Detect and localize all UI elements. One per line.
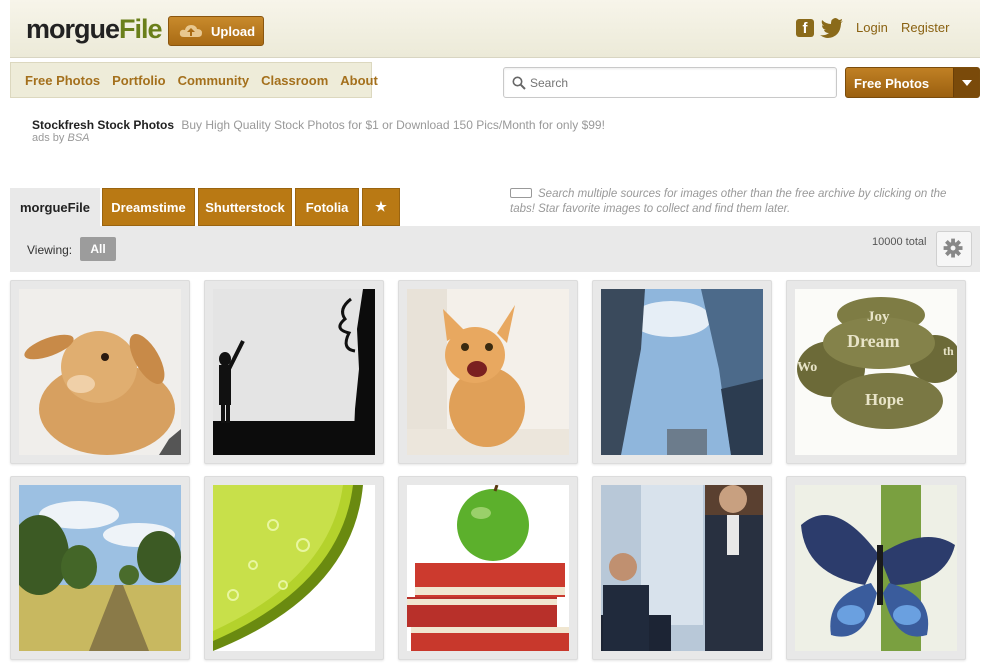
photo-word-stones: Joy Dream Wo Hope th: [795, 289, 957, 455]
chevron-down-icon[interactable]: [953, 68, 979, 97]
photo-tile[interactable]: [398, 280, 578, 464]
stone-word-dream: Dream: [847, 331, 900, 351]
logo-part-morgue: morgue: [26, 14, 120, 44]
star-icon: ★: [375, 199, 387, 214]
nav-item-community[interactable]: Community: [178, 73, 250, 88]
photo-tile[interactable]: [204, 280, 384, 464]
stone-word-wo: Wo: [797, 360, 817, 375]
tabs-tip-text: Search multiple sources for images other…: [510, 188, 947, 215]
nav-item-about[interactable]: About: [340, 73, 378, 88]
search-icon: [512, 76, 526, 90]
photo-lime-slice: [213, 485, 375, 651]
twitter-icon[interactable]: [820, 18, 844, 38]
tab-dreamstime[interactable]: Dreamstime: [102, 188, 195, 226]
search-box: [503, 67, 837, 98]
facebook-icon[interactable]: f: [796, 19, 814, 37]
photo-kitten: [407, 289, 569, 455]
filter-all-button[interactable]: All: [80, 237, 116, 261]
stone-word-joy: Joy: [867, 309, 890, 325]
register-link[interactable]: Register: [901, 20, 949, 35]
cloud-upload-icon: [179, 25, 202, 37]
photo-skyscrapers: [601, 289, 763, 455]
dropdown-selected-value: Free Photos: [854, 76, 930, 91]
hint-icon: [510, 188, 532, 198]
stone-word-th: th: [943, 344, 954, 358]
total-count: 10000 total: [872, 236, 927, 248]
photo-tile[interactable]: [398, 476, 578, 660]
tab-morguefile[interactable]: morgueFile: [10, 188, 100, 226]
ads-by-brand-link[interactable]: BSA: [67, 132, 89, 144]
tab-fotolia[interactable]: Fotolia: [295, 188, 359, 226]
tab-shutterstock[interactable]: Shutterstock: [198, 188, 292, 226]
photo-apple-on-books: [407, 485, 569, 651]
photo-tile[interactable]: [592, 476, 772, 660]
photo-bunny: [19, 289, 181, 455]
photo-tile[interactable]: Joy Dream Wo Hope th: [786, 280, 966, 464]
gear-icon: [943, 238, 963, 258]
search-input[interactable]: [530, 74, 830, 92]
photo-business-men: [601, 485, 763, 651]
ads-by-label: ads by BSA: [32, 132, 90, 144]
search-source-dropdown[interactable]: Free Photos: [845, 67, 980, 98]
upload-button[interactable]: Upload: [168, 16, 264, 46]
nav-item-classroom[interactable]: Classroom: [261, 73, 328, 88]
settings-button[interactable]: [936, 231, 972, 267]
ad-text[interactable]: Buy High Quality Stock Photos for $1 or …: [181, 118, 605, 132]
nav-item-portfolio[interactable]: Portfolio: [112, 73, 165, 88]
viewing-bar: Viewing: All 10000 total: [10, 226, 980, 272]
logo-part-file: File: [119, 14, 163, 44]
login-link[interactable]: Login: [856, 20, 888, 35]
ad-title-link[interactable]: Stockfresh Stock Photos: [32, 118, 174, 132]
tab-favorites-star[interactable]: ★: [362, 188, 400, 226]
photo-silhouette: [213, 289, 375, 455]
stone-word-hope: Hope: [865, 390, 904, 409]
tabs-tip: Search multiple sources for images other…: [510, 187, 970, 217]
photo-tile[interactable]: [204, 476, 384, 660]
photo-tile[interactable]: [786, 476, 966, 660]
morguefile-logo[interactable]: morgueFile: [26, 14, 163, 45]
photo-tile[interactable]: [10, 476, 190, 660]
photo-country-road: [19, 485, 181, 651]
nav-item-free-photos[interactable]: Free Photos: [25, 73, 100, 88]
viewing-label: Viewing:: [27, 243, 73, 257]
main-nav: Free Photos Portfolio Community Classroo…: [10, 62, 378, 98]
photo-tile[interactable]: [10, 280, 190, 464]
ads-by-text: ads by: [32, 132, 65, 144]
top-header: morgueFile Upload f Login Register: [10, 0, 980, 58]
upload-label: Upload: [211, 23, 256, 39]
photo-butterfly: [795, 485, 957, 651]
ad-line: Stockfresh Stock Photos Buy High Quality…: [32, 118, 605, 132]
photo-tile[interactable]: [592, 280, 772, 464]
